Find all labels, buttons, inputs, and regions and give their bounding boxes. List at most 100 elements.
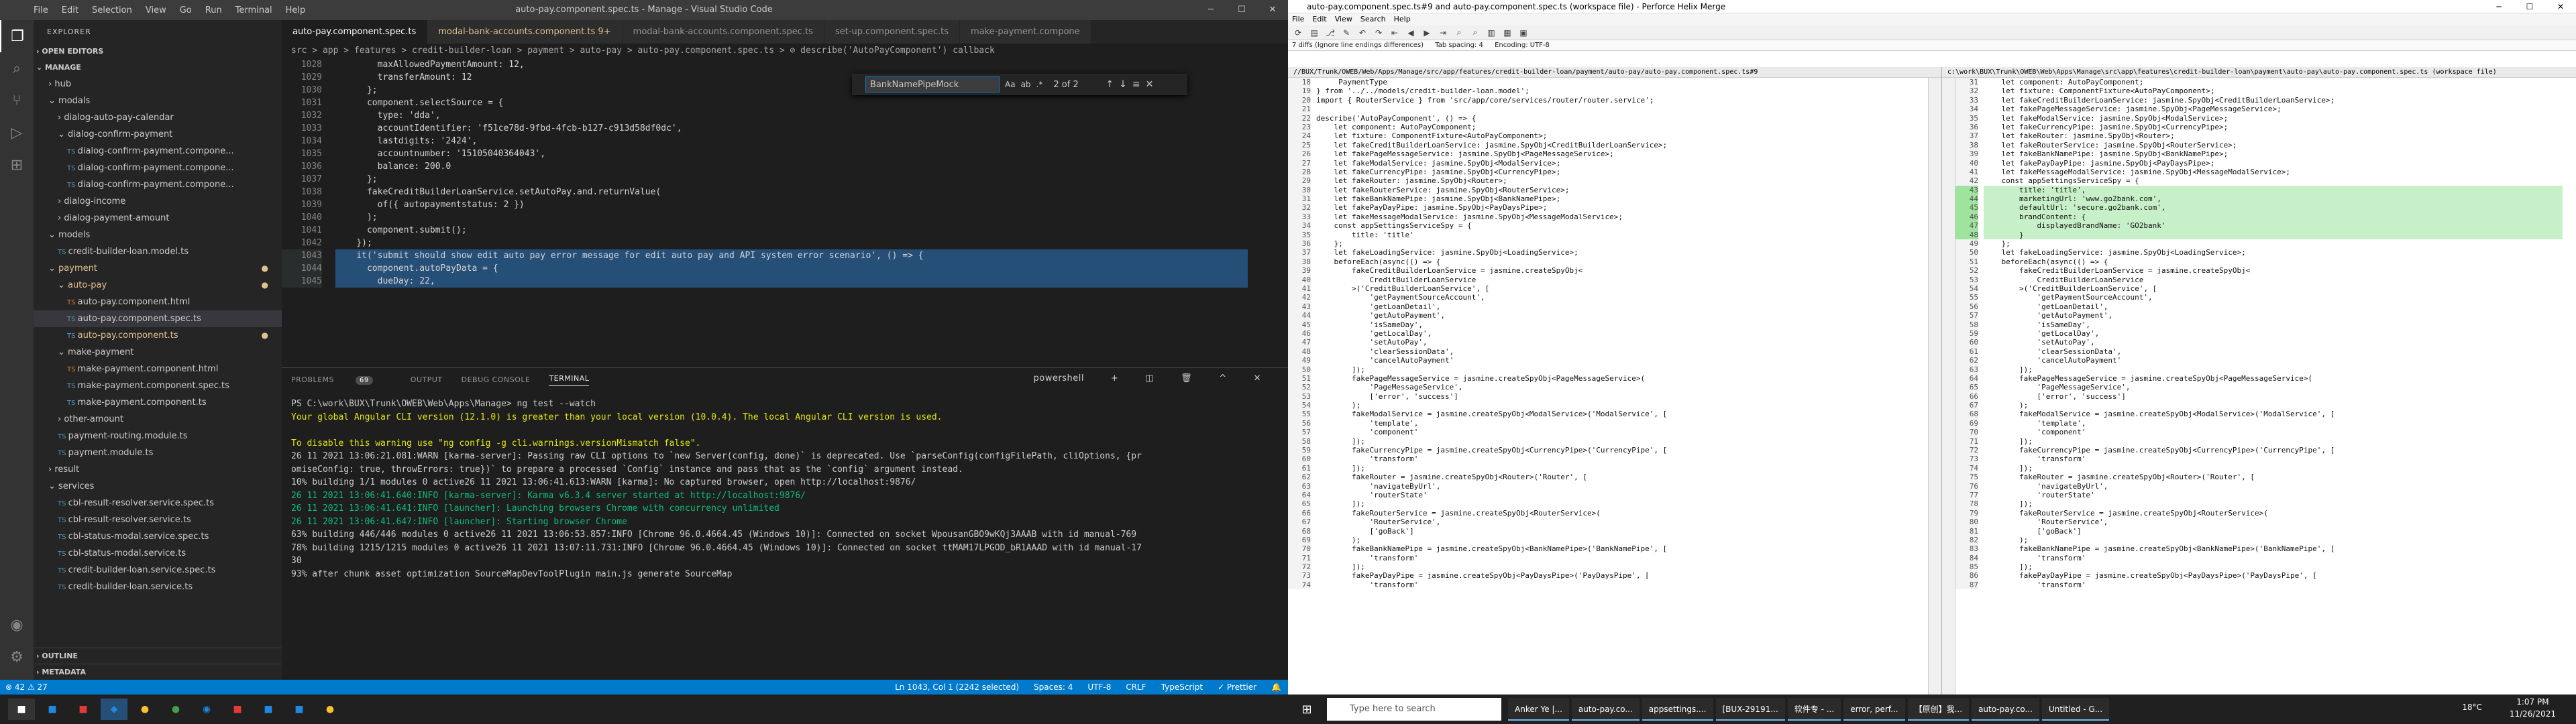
editor-tab[interactable]: modal-bank-accounts.component.ts 9+ (427, 20, 623, 44)
code-line[interactable]: 'PageMessageService', (1316, 383, 1928, 391)
code-line[interactable]: dueDay: 22, (335, 275, 1261, 288)
code-line[interactable]: ]); (1316, 365, 1928, 374)
code-line[interactable]: let fakePageMessageService: jasmine.SpyO… (1316, 149, 1928, 158)
code-line[interactable]: ['goBack'] (1984, 527, 2563, 536)
code-line[interactable]: 'getAutoPayment', (1316, 311, 1928, 320)
tab-output[interactable]: OUTPUT (411, 375, 443, 384)
code-line[interactable]: ]); (1316, 562, 1928, 571)
code-line[interactable]: 'getPaymentSourceAccount', (1984, 293, 2563, 302)
last-diff-icon[interactable]: ⇥ (1437, 27, 1449, 38)
taskbar-app[interactable]: Anker Ye |... (1508, 698, 1569, 721)
bell-icon[interactable]: 🔔 (1271, 680, 1281, 695)
menu-item-terminal[interactable]: Terminal (229, 5, 279, 15)
code-line[interactable]: fakePageMessageService = jasmine.createS… (1984, 374, 2563, 383)
code-line[interactable]: >('CreditBuilderLoanService', [ (1316, 284, 1928, 293)
code-line[interactable]: ]); (1316, 464, 1928, 473)
plus-icon[interactable]: + (1111, 373, 1118, 383)
code-line[interactable]: balance: 200.0 (335, 160, 1261, 173)
code-line[interactable]: it('submit should show edit auto pay err… (335, 249, 1261, 262)
code-line[interactable]: fakeCreditBuilderLoanService = jasmine.c… (1984, 266, 2563, 275)
code-line[interactable]: let fakeLoadingService: jasmine.SpyObj<L… (1984, 248, 2563, 257)
code-line[interactable]: }); (335, 237, 1261, 249)
taskbar-app[interactable]: 软件专 - ... (1787, 698, 1841, 721)
breadcrumb[interactable]: src > app > features > credit-builder-lo… (282, 44, 1288, 58)
search-icon[interactable]: ⌕ (0, 52, 34, 84)
code-line[interactable]: 'getPaymentSourceAccount', (1316, 293, 1928, 302)
minimap[interactable] (1248, 58, 1288, 363)
code-line[interactable]: 'getLoanDetail', (1316, 302, 1928, 311)
code-line[interactable]: ['error', 'success'] (1984, 392, 2563, 401)
clock[interactable]: 1:07 PM 11/26/2021 (2510, 696, 2556, 720)
folder-item[interactable]: ⌄ modals (34, 93, 282, 109)
folder-item[interactable]: › other-amount (34, 411, 282, 428)
code-line[interactable]: 'isSameDay', (1984, 320, 2563, 329)
code-line[interactable]: fakeBankNamePipe = jasmine.createSpyObj<… (1316, 544, 1928, 553)
taskbar-app-icon[interactable]: ■ (286, 699, 313, 720)
split-icon[interactable]: ◫ (1145, 373, 1154, 383)
folder-item[interactable]: › dialog-auto-pay-calendar (34, 109, 282, 126)
code-line[interactable]: let fakeLoadingService: jasmine.SpyObj<L… (1316, 248, 1928, 257)
taskbar-app-icon[interactable]: ● (131, 699, 158, 720)
taskbar-app[interactable]: auto-pay.co... (1571, 698, 1640, 721)
code-line[interactable]: let fakeModalService: jasmine.SpyObj<Mod… (1316, 159, 1928, 168)
code-line[interactable]: 'cancelAutoPayment' (1316, 356, 1928, 365)
code-line[interactable]: let fakePayDayPipe: jasmine.SpyObj<PayDa… (1984, 159, 2563, 168)
run-debug-icon[interactable]: ▷ (0, 117, 34, 149)
close-panel-icon[interactable]: ✕ (1254, 373, 1261, 383)
editor-tab[interactable]: auto-pay.component.spec.ts (282, 20, 428, 44)
code-line[interactable]: component.selectSource = { (335, 97, 1261, 109)
minimize-icon[interactable]: ─ (1195, 0, 1226, 20)
taskbar-app[interactable]: auto-pay.co... (1972, 698, 2039, 721)
code-line[interactable]: ]); (1984, 499, 2563, 508)
code-line[interactable]: let fakeBankNamePipe: jasmine.SpyObj<Ban… (1316, 194, 1928, 203)
code-line[interactable]: maxAllowedPaymentAmount: 12, (335, 58, 1261, 71)
file-item[interactable]: TS payment.module.ts (34, 444, 282, 461)
folder-item[interactable]: › result (34, 461, 282, 478)
folder-item[interactable]: ⌄ auto-pay ● (34, 277, 282, 294)
close-find-icon[interactable]: ✕ (1146, 79, 1154, 90)
code-line[interactable]: 'component' (1316, 428, 1928, 436)
menu-item-edit[interactable]: Edit (1312, 13, 1326, 25)
find-next-icon[interactable]: ⌕ (1469, 27, 1481, 38)
code-line[interactable]: let fakeBankNamePipe: jasmine.SpyObj<Ban… (1984, 149, 2563, 158)
right-diff-pane[interactable]: c:\work\BUX\Trunk\OWEB\Web\Apps\Manage\s… (1942, 67, 2576, 695)
code-line[interactable]: fakeRouter = jasmine.createSpyObj<Router… (1316, 473, 1928, 481)
editor-tab[interactable]: set-up.component.spec.ts (824, 20, 961, 44)
code-line[interactable]: 'template', (1316, 419, 1928, 428)
code-line[interactable]: ]); (1316, 437, 1928, 446)
taskbar-app[interactable]: appsettings.... (1642, 698, 1713, 721)
code-line[interactable]: title: 'title', (1984, 185, 2563, 195)
menu-item-file[interactable]: File (1292, 13, 1304, 25)
tab-problems[interactable]: PROBLEMS 69 (291, 375, 392, 385)
code-line[interactable]: ); (1984, 401, 2563, 410)
code-line[interactable]: ]); (1984, 437, 2563, 446)
code-line[interactable]: 'routerState' (1316, 491, 1928, 499)
account-icon[interactable]: ◉ (0, 609, 34, 641)
close-icon[interactable]: ✕ (2545, 0, 2576, 13)
code-line[interactable]: 'routerState' (1984, 491, 2563, 499)
layout-icon[interactable]: ▦ (1501, 27, 1513, 38)
taskbar-search[interactable]: Type here to search (1327, 698, 1501, 721)
editor-tab[interactable]: make-payment.compone (960, 20, 1091, 44)
file-item[interactable]: TS auto-pay.component.spec.ts (34, 310, 282, 327)
code-line[interactable]: 'transform' (1984, 554, 2563, 562)
code-line[interactable]: PaymentType (1316, 78, 1928, 86)
code-line[interactable]: let component: AutoPayComponent; (1984, 78, 2563, 86)
code-line[interactable]: ); (1984, 536, 2563, 544)
taskbar-app-icon[interactable]: ■ (39, 699, 66, 720)
taskbar-app-icon[interactable]: ● (162, 699, 189, 720)
taskbar-app-icon[interactable]: ■ (224, 699, 251, 720)
menu-item-file[interactable]: File (27, 5, 55, 15)
selection-icon[interactable]: ≡ (1132, 79, 1140, 90)
code-line[interactable]: 'PageMessageService', (1984, 383, 2563, 391)
code-line[interactable]: accountnumber: '15105040364043', (335, 147, 1261, 160)
terminal-select[interactable]: powershell (1034, 373, 1084, 383)
code-line[interactable]: let fixture: ComponentFixture<AutoPayCom… (1984, 86, 2563, 95)
left-code[interactable]: PaymentType} from '../../models/credit-b… (1316, 78, 1928, 589)
code-line[interactable]: 'getLocalDay', (1984, 329, 2563, 338)
code-line[interactable]: 'transform' (1984, 455, 2563, 463)
code-line[interactable]: >('CreditBuilderLoanService', [ (1984, 284, 2563, 293)
layout-icon[interactable]: ▣ (1517, 27, 1529, 38)
code-line[interactable]: 'cancelAutoPayment' (1984, 356, 2563, 365)
code-line[interactable]: fakePageMessageService = jasmine.createS… (1316, 374, 1928, 383)
